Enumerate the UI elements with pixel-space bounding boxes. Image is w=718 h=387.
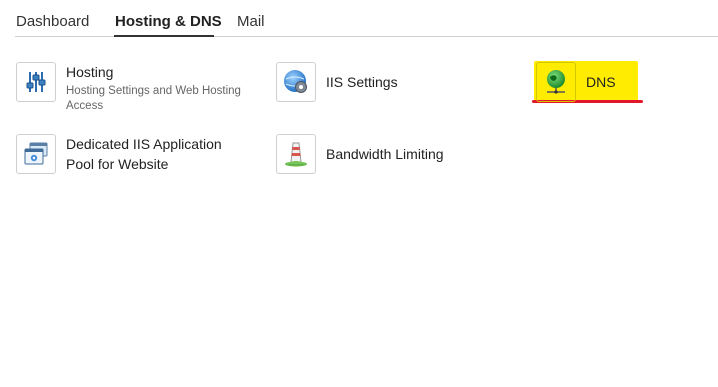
- tab-dashboard[interactable]: Dashboard: [16, 13, 89, 30]
- dns-globe-icon: [536, 62, 576, 102]
- iis-globe-gear-icon: [276, 62, 316, 102]
- tool-dedicated-app-pool[interactable]: Dedicated IIS Application Pool for Websi…: [16, 134, 266, 178]
- tool-dns-title: DNS: [586, 74, 616, 90]
- tool-bandwidth-limiting-title: Bandwidth Limiting: [326, 146, 444, 162]
- tool-dedicated-app-pool-title-line2: Pool for Website: [66, 156, 169, 172]
- tab-mail[interactable]: Mail: [237, 13, 265, 30]
- tool-dns[interactable]: DNS: [536, 62, 646, 102]
- tool-iis-settings[interactable]: IIS Settings: [276, 62, 476, 104]
- tab-bar: Dashboard Hosting & DNS Mail: [0, 0, 718, 38]
- tool-iis-settings-title: IIS Settings: [326, 74, 398, 90]
- tool-bandwidth-limiting[interactable]: Bandwidth Limiting: [276, 134, 476, 176]
- tool-hosting-title: Hosting: [66, 64, 114, 80]
- active-tab-indicator: [114, 35, 214, 37]
- tool-hosting-description: Hosting Settings and Web Hosting Access: [66, 85, 241, 112]
- sliders-icon: [16, 62, 56, 102]
- tab-hosting-dns[interactable]: Hosting & DNS: [115, 13, 222, 30]
- bandwidth-tower-icon: [276, 134, 316, 174]
- tool-hosting[interactable]: Hosting Hosting Settings and Web Hosting…: [16, 62, 266, 122]
- app-pool-windows-icon: [16, 134, 56, 174]
- tool-dedicated-app-pool-title-line1: Dedicated IIS Application: [66, 136, 222, 152]
